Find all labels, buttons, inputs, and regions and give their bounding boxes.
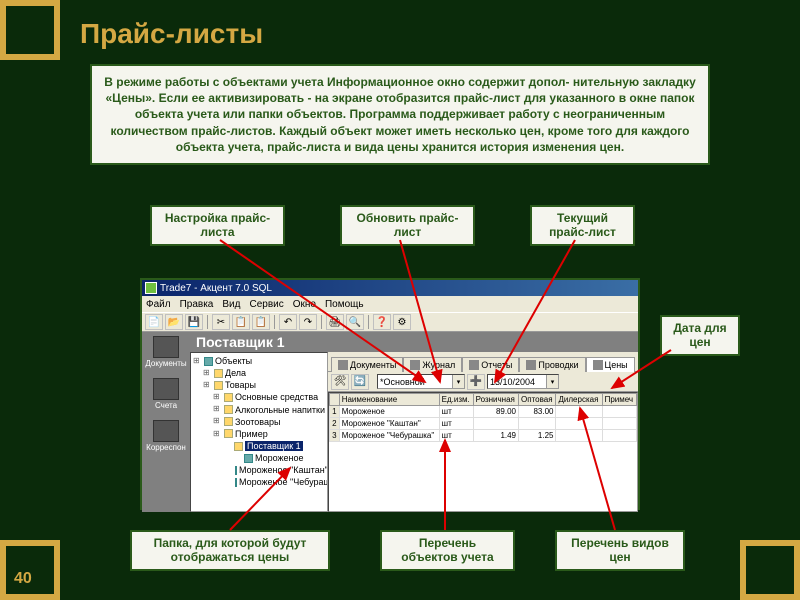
tree-node[interactable]: Мороженое <box>193 452 325 464</box>
toolbar-button[interactable]: 📋 <box>232 314 250 330</box>
pricelist-combo[interactable]: *Основной ▾ <box>377 374 465 389</box>
toolbar-button[interactable]: ↷ <box>299 314 317 330</box>
outlook-bar: Документы Счета Корреспон <box>142 332 190 512</box>
window-title: Trade7 - Акцент 7.0 SQL <box>160 283 272 294</box>
table-row[interactable]: 3Мороженое "Чебурашка"шт1.491.25 <box>330 430 637 442</box>
annotation-current: Текущий прайс-лист <box>530 205 635 246</box>
toolbar-button[interactable]: 🔍 <box>346 314 364 330</box>
tree-node[interactable]: ⊞Дела <box>193 367 325 379</box>
tab-Проводки[interactable]: Проводки <box>519 357 585 372</box>
annotation-types: Перечень видов цен <box>555 530 685 571</box>
toolbar-button[interactable]: ↶ <box>279 314 297 330</box>
toolbar-button[interactable]: 📂 <box>165 314 183 330</box>
tree-node[interactable]: ⊞Алкогольные напитки <box>193 404 325 416</box>
titlebar[interactable]: Trade7 - Акцент 7.0 SQL <box>142 280 638 296</box>
tab-Журнал[interactable]: Журнал <box>403 357 462 372</box>
date-combo-value: 13/10/2004 <box>490 377 535 387</box>
tab-Отчеты[interactable]: Отчеты <box>462 357 519 372</box>
date-combo[interactable]: 13/10/2004 ▾ <box>487 374 559 389</box>
table-row[interactable]: 1Мороженоешт89.0083.00 <box>330 406 637 418</box>
column-header[interactable]: Розничная <box>473 394 518 406</box>
description-box: В режиме работы с объектами учета Информ… <box>90 64 710 165</box>
tab-Документы[interactable]: Документы <box>331 357 403 372</box>
tab-bar: ДокументыЖурналОтчетыПроводкиЦены <box>328 352 638 372</box>
toolbar-button[interactable]: ⚙ <box>393 314 411 330</box>
tree-node[interactable]: Мороженое "Каштан" <box>193 464 325 476</box>
page-number: 40 <box>14 570 32 588</box>
outlook-item[interactable]: Документы <box>145 336 186 368</box>
tree-node[interactable]: ⊞Товары <box>193 379 325 391</box>
folder-tree[interactable]: ⊞Объекты⊞Дела⊞Товары⊞Основные средства⊞А… <box>190 352 328 512</box>
chevron-down-icon[interactable]: ▾ <box>452 375 464 388</box>
price-toolbar: 🛠 🔄 *Основной ▾ ➕ 13/10/2004 ▾ <box>328 372 638 392</box>
annotation-date: Дата для цен <box>660 315 740 356</box>
annotation-list: Перечень объектов учета <box>380 530 515 571</box>
price-grid[interactable]: НаименованиеЕд.изм.РозничнаяОптоваяДилер… <box>328 392 638 512</box>
column-header[interactable]: Наименование <box>339 394 439 406</box>
toolbar-button[interactable]: 🖨 <box>326 314 344 330</box>
toolbar-button[interactable]: 📄 <box>145 314 163 330</box>
menu-item[interactable]: Правка <box>180 299 214 310</box>
app-icon <box>145 282 157 294</box>
pricelist-combo-value: *Основной <box>380 377 425 387</box>
menu-item[interactable]: Вид <box>222 299 240 310</box>
column-header[interactable]: Оптовая <box>519 394 556 406</box>
annotation-folder: Папка, для которой будут отображаться це… <box>130 530 330 571</box>
menu-item[interactable]: Окно <box>293 299 316 310</box>
corner-decoration <box>0 0 60 60</box>
tree-node[interactable]: ⊞Объекты <box>193 355 325 367</box>
refresh-pricelist-button[interactable]: 🔄 <box>351 374 369 390</box>
annotation-update: Обновить прайс- лист <box>340 205 475 246</box>
tree-node[interactable]: Поставщик 1 <box>193 440 325 452</box>
toolbar-button[interactable]: ❓ <box>373 314 391 330</box>
outlook-item[interactable]: Корреспон <box>146 420 186 452</box>
tree-node[interactable]: ⊞Пример <box>193 428 325 440</box>
tab-Цены[interactable]: Цены <box>586 357 635 372</box>
tree-node[interactable]: Мороженое "Чебурашка" <box>193 476 325 488</box>
toolbar-button[interactable]: ✂ <box>212 314 230 330</box>
supplier-header: Поставщик 1 <box>190 332 638 352</box>
toolbar-button[interactable]: 💾 <box>185 314 203 330</box>
tree-node[interactable]: ⊞Основные средства <box>193 391 325 403</box>
column-header[interactable] <box>330 394 340 406</box>
app-window: Trade7 - Акцент 7.0 SQL Файл Правка Вид Сер… <box>140 278 640 510</box>
column-header[interactable]: Ед.изм. <box>439 394 473 406</box>
toolbar: 📄 📂 💾 ✂ 📋 📋 ↶ ↷ 🖨 🔍 ❓ ⚙ <box>142 312 638 332</box>
tree-node[interactable]: ⊞Зоотовары <box>193 416 325 428</box>
outlook-item[interactable]: Счета <box>153 378 179 410</box>
chevron-down-icon[interactable]: ▾ <box>546 375 558 388</box>
annotation-setup: Настройка прайс- листа <box>150 205 285 246</box>
table-row[interactable]: 2Мороженое "Каштан"шт <box>330 418 637 430</box>
page-title: Прайс-листы <box>80 18 263 50</box>
menu-item[interactable]: Помощь <box>325 299 364 310</box>
column-header[interactable]: Примеч <box>602 394 636 406</box>
setup-pricelist-button[interactable]: 🛠 <box>331 374 349 390</box>
column-header[interactable]: Дилерская <box>556 394 602 406</box>
menu-item[interactable]: Сервис <box>249 299 283 310</box>
menubar: Файл Правка Вид Сервис Окно Помощь <box>142 296 638 312</box>
toolbar-button[interactable]: 📋 <box>252 314 270 330</box>
toolbar-button[interactable]: ➕ <box>467 374 485 390</box>
corner-decoration <box>740 540 800 600</box>
menu-item[interactable]: Файл <box>146 299 171 310</box>
